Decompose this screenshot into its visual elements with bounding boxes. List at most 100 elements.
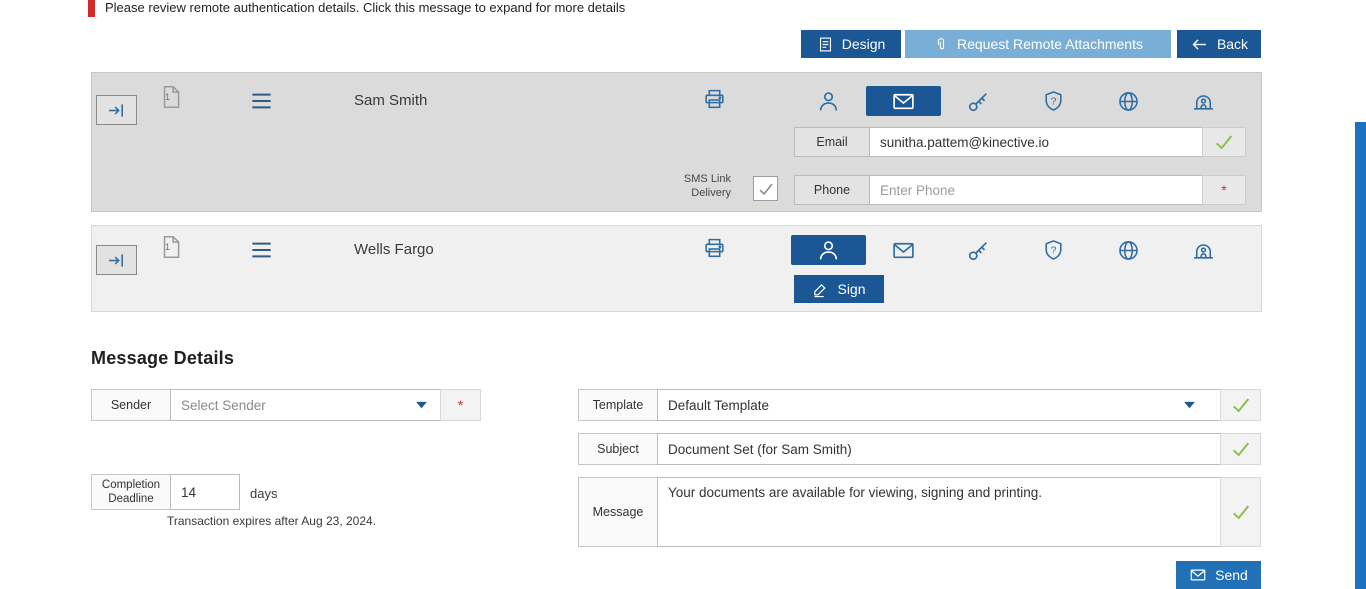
email-delivery-tile[interactable] (866, 235, 941, 265)
passcode-auth-tile[interactable] (941, 86, 1016, 116)
remote-auth-tile[interactable] (1091, 235, 1166, 265)
document-count: 1 (165, 92, 171, 102)
email-input[interactable] (869, 127, 1203, 157)
sms-link-delivery-checkbox[interactable] (753, 176, 778, 201)
in-branch-tile[interactable] (1166, 86, 1241, 116)
check-icon (1230, 438, 1252, 460)
send-envelope-icon (1189, 566, 1207, 584)
in-person-signer-tile[interactable] (791, 86, 866, 116)
key-icon (966, 89, 991, 114)
print-delivery-icon[interactable] (702, 236, 727, 261)
send-button-label: Send (1215, 567, 1248, 583)
routing-arrow-icon (106, 100, 127, 121)
phone-input[interactable] (869, 175, 1203, 205)
required-asterisk: * (457, 397, 464, 413)
email-label: Email (794, 127, 870, 157)
sender-select[interactable]: Select Sender (170, 389, 441, 421)
template-select[interactable]: Default Template (657, 389, 1221, 421)
in-branch-tile[interactable] (1166, 235, 1241, 265)
subject-input[interactable] (657, 433, 1221, 465)
template-valid-indicator (1220, 389, 1261, 421)
print-delivery-icon[interactable] (702, 87, 727, 112)
subject-valid-indicator (1220, 433, 1261, 465)
in-person-signer-tile[interactable] (791, 235, 866, 265)
question-shield-icon (1041, 238, 1066, 263)
check-icon (1213, 131, 1235, 153)
question-shield-icon (1041, 89, 1066, 114)
back-button[interactable]: Back (1177, 30, 1261, 58)
envelope-icon (891, 89, 916, 114)
message-valid-indicator (1220, 477, 1261, 547)
request-remote-attachments-label: Request Remote Attachments (957, 36, 1143, 52)
completion-deadline-input[interactable] (170, 474, 240, 510)
delivery-method-strip (791, 235, 1241, 265)
completion-deadline-label: Completion Deadline (91, 474, 171, 510)
esign-delivery-page: Please review remote authentication deta… (0, 0, 1366, 589)
recipient-card-sam-smith: 1 Sam Smith Email SMS Link Delivery Phon… (91, 72, 1262, 212)
passcode-auth-tile[interactable] (941, 235, 1016, 265)
security-question-tile[interactable] (1016, 86, 1091, 116)
design-button[interactable]: Design (801, 30, 901, 58)
globe-icon (1116, 238, 1141, 263)
expiration-note: Transaction expires after Aug 23, 2024. (167, 514, 377, 528)
banner-message: Please review remote authentication deta… (105, 0, 626, 15)
document-icon (158, 83, 184, 111)
person-icon (816, 238, 841, 263)
drag-handle-icon[interactable] (248, 239, 275, 261)
email-delivery-tile[interactable] (866, 86, 941, 116)
check-icon (1230, 394, 1252, 416)
sign-button-label: Sign (837, 281, 866, 297)
check-icon (1230, 501, 1252, 523)
request-remote-attachments-button[interactable]: Request Remote Attachments (905, 30, 1171, 58)
document-icon (158, 233, 184, 261)
documents-indicator[interactable]: 1 (158, 83, 184, 111)
phone-required-indicator: * (1202, 175, 1246, 205)
design-document-icon (817, 36, 834, 53)
branch-icon (1191, 89, 1216, 114)
blue-side-strip (1355, 122, 1366, 589)
envelope-icon (891, 238, 916, 263)
template-label: Template (578, 389, 658, 421)
sender-label: Sender (91, 389, 171, 421)
routing-arrow-icon (106, 250, 127, 271)
sender-select-value: Select Sender (181, 397, 266, 413)
delivery-method-strip (791, 86, 1241, 116)
message-textarea[interactable]: Your documents are available for viewing… (657, 477, 1221, 547)
key-icon (966, 238, 991, 263)
recipient-name: Wells Fargo (354, 241, 434, 258)
routing-order-button[interactable] (96, 245, 137, 275)
paperclip-icon (933, 36, 949, 53)
globe-icon (1116, 89, 1141, 114)
phone-label: Phone (794, 175, 870, 205)
checkbox-check-icon (757, 180, 775, 198)
back-arrow-icon (1190, 36, 1209, 53)
branch-icon (1191, 238, 1216, 263)
message-details-title: Message Details (91, 348, 235, 368)
required-asterisk: * (1221, 182, 1227, 198)
recipient-card-wells-fargo: 1 Wells Fargo Sign (91, 225, 1262, 312)
chevron-down-icon (416, 402, 427, 409)
sender-required-indicator: * (440, 389, 481, 421)
alert-red-bar (88, 0, 95, 17)
send-button[interactable]: Send (1176, 561, 1261, 589)
document-count: 1 (165, 242, 171, 252)
chevron-down-icon (1184, 402, 1195, 409)
message-label: Message (578, 477, 658, 547)
remote-auth-tile[interactable] (1091, 86, 1166, 116)
person-icon (816, 89, 841, 114)
sms-link-delivery-label: SMS Link Delivery (683, 173, 731, 199)
email-valid-indicator (1202, 127, 1246, 157)
template-select-value: Default Template (668, 397, 770, 413)
days-unit-label: days (250, 486, 278, 501)
sign-button[interactable]: Sign (794, 275, 884, 303)
drag-handle-icon[interactable] (248, 90, 275, 112)
documents-indicator[interactable]: 1 (158, 233, 184, 261)
pen-icon (812, 281, 829, 298)
routing-order-button[interactable] (96, 95, 137, 125)
recipient-name: Sam Smith (354, 92, 428, 109)
back-button-label: Back (1216, 36, 1249, 52)
security-question-tile[interactable] (1016, 235, 1091, 265)
subject-label: Subject (578, 433, 658, 465)
notification-banner[interactable]: Please review remote authentication deta… (88, 0, 1260, 17)
design-button-label: Design (841, 36, 886, 52)
